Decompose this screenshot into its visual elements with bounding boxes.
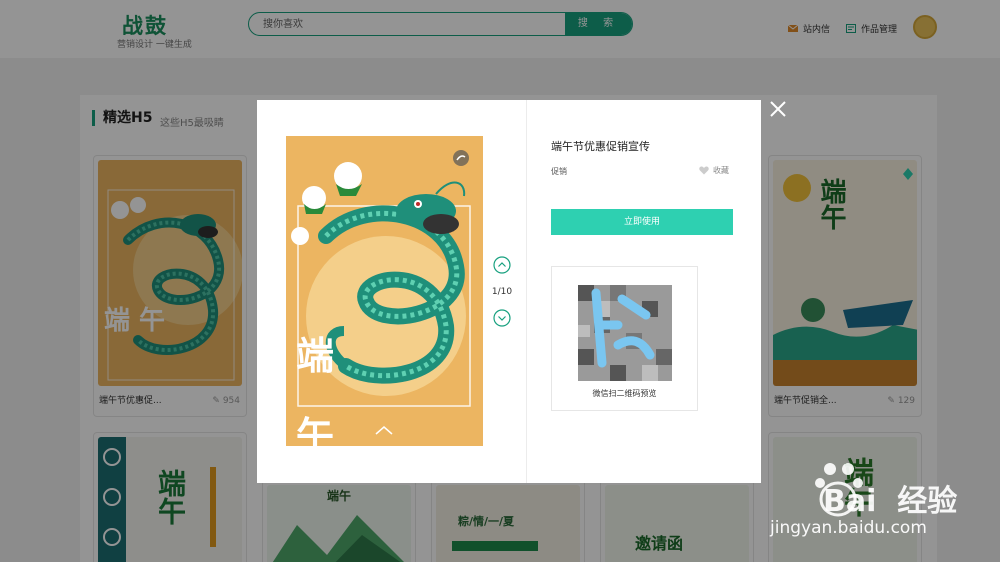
qr-panel: 微信扫二维码预览 — [551, 266, 698, 411]
watermark-url: jingyan.baidu.com — [770, 518, 927, 538]
modal-divider — [526, 100, 527, 483]
favorite-button[interactable]: 收藏 — [699, 165, 729, 176]
heart-icon — [699, 166, 709, 175]
watermark-brand: Bai 经验 — [823, 484, 958, 519]
preview-title: 端 午 — [296, 333, 395, 446]
template-tag: 促销 — [551, 167, 567, 176]
template-modal: 端 午 1/10 端午节优惠促销宣传 促销 收藏 立即使用 微信扫二维码预览 — [257, 100, 761, 483]
chevron-up-icon[interactable] — [493, 256, 511, 274]
template-preview[interactable]: 端 午 — [286, 136, 483, 446]
template-title: 端午节优惠促销宣传 — [551, 140, 650, 153]
favorite-label: 收藏 — [713, 166, 729, 175]
share-icon[interactable] — [453, 150, 469, 166]
chevron-down-icon[interactable] — [493, 309, 511, 327]
qr-code — [578, 285, 672, 381]
use-now-button[interactable]: 立即使用 — [551, 209, 733, 235]
page-indicator: 1/10 — [491, 287, 513, 297]
close-icon[interactable] — [766, 97, 790, 121]
qr-label: 微信扫二维码预览 — [592, 389, 657, 398]
